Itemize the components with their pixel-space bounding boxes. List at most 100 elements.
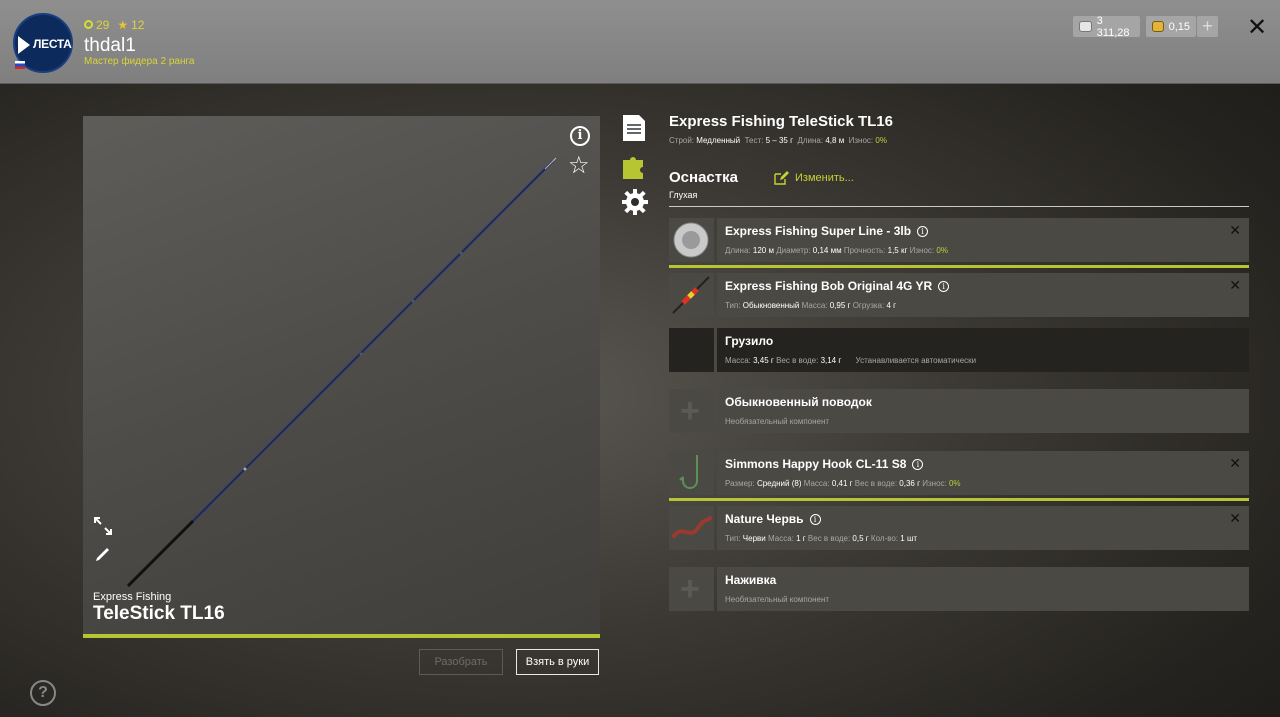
- edit-rig-link[interactable]: Изменить...: [774, 171, 854, 185]
- meta-value: 120 м: [752, 246, 774, 255]
- spec-label: Длина:: [797, 136, 824, 145]
- meta-label: Масса:: [801, 301, 828, 310]
- info-icon[interactable]: i: [938, 280, 950, 292]
- meta-value: 0,41 г: [831, 479, 853, 488]
- spec-value: Медленный: [696, 136, 741, 145]
- meta-value: 3,45 г: [753, 356, 774, 365]
- preview-accent-bar: [83, 634, 600, 638]
- player-stats: 29 ★ 12: [84, 18, 144, 32]
- rig-item-float[interactable]: Express Fishing Bob Original 4G YR i Тип:…: [669, 273, 1249, 317]
- info-icon[interactable]: i: [912, 458, 924, 470]
- optional-note: Необязательный компонент: [725, 417, 830, 426]
- item-name: Наживка: [725, 573, 777, 587]
- item-meta: Размер: Средний (8) Масса: 0,41 г Вес в …: [725, 479, 961, 488]
- item-meta: Масса: 3,45 г Вес в воде: 3,14 г Устанав…: [725, 356, 976, 365]
- meta-label: Вес в воде:: [854, 479, 898, 488]
- top-bar: ЛЕСТА 29 ★ 12 thdal1 Мастер фидера 2 ранг…: [0, 0, 1280, 84]
- accent-separator: [669, 265, 1249, 268]
- meta-value: 4 г: [886, 301, 897, 310]
- flag-icon: [15, 61, 25, 69]
- description-icon[interactable]: [622, 114, 646, 147]
- meta-value: Черви: [742, 534, 766, 543]
- info-icon[interactable]: i: [917, 225, 929, 237]
- silver-balance[interactable]: 3 311,28: [1073, 15, 1140, 39]
- item-meta: Тип: Обыкновенный Масса: 0,95 г Огрузка:…: [725, 301, 896, 310]
- remove-icon[interactable]: ✕: [1229, 277, 1241, 294]
- hook-thumbnail: [669, 451, 714, 495]
- gear-icon[interactable]: [622, 189, 648, 220]
- meta-value: 3,14 г: [820, 356, 842, 365]
- item-meta: Тип: Черви Масса: 1 г Вес в воде: 0,5 г …: [725, 534, 917, 543]
- item-meta: Необязательный компонент: [725, 595, 829, 604]
- logo-text: ЛЕСТА: [33, 37, 72, 51]
- disassemble-button[interactable]: Разобрать: [419, 649, 503, 675]
- meta-value: 1,5 кг: [887, 246, 908, 255]
- meta-value: 1 шт: [900, 534, 918, 543]
- meta-label: Размер:: [725, 479, 755, 488]
- spec-label: Износ:: [848, 136, 874, 145]
- favorite-star-icon[interactable]: ☆: [568, 151, 590, 180]
- gold-coin-icon: [1152, 21, 1164, 32]
- meta-value: 0,95 г: [829, 301, 851, 310]
- item-meta: Длина: 120 м Диаметр: 0,14 мм Прочность:…: [725, 246, 948, 255]
- logo-arrow-icon: [18, 36, 30, 54]
- spec-label: Тест:: [744, 136, 764, 145]
- sinker-thumbnail: [669, 328, 714, 372]
- meta-label: Кол-во:: [870, 534, 899, 543]
- worm-thumbnail: [669, 506, 714, 550]
- gold-value: 0,15: [1168, 20, 1190, 33]
- remove-icon[interactable]: ✕: [1229, 510, 1241, 527]
- item-meta: Необязательный компонент: [725, 417, 829, 426]
- username: thdal1: [84, 35, 136, 56]
- star-rank-icon: ★: [117, 18, 129, 32]
- meta-label: Тип:: [725, 301, 741, 310]
- rig-item-bait[interactable]: Nature Червь i Тип: Черви Масса: 1 г Вес …: [669, 506, 1249, 550]
- info-icon[interactable]: i: [809, 513, 821, 525]
- item-name: Express Fishing Bob Original 4G YR: [725, 279, 933, 293]
- rig-type: Глухая: [669, 190, 698, 200]
- edit-rod-icon[interactable]: [93, 544, 113, 570]
- meta-label: Износ:: [922, 479, 947, 488]
- meta-label: Прочность:: [843, 246, 886, 255]
- meta-label: Огрузка:: [852, 301, 885, 310]
- meta-label: Диаметр:: [776, 246, 811, 255]
- rig-item-groundbait[interactable]: + Наживка Необязательный компонент: [669, 567, 1249, 611]
- rank-stat: ★ 12: [117, 18, 144, 32]
- expand-icon[interactable]: [93, 516, 113, 542]
- rig-item-leader[interactable]: + Обыкновенный поводок Необязательный ко…: [669, 389, 1249, 433]
- help-icon[interactable]: ?: [30, 680, 56, 706]
- meta-label: Длина:: [725, 246, 751, 255]
- float-thumbnail: [669, 273, 714, 317]
- meta-label: Тип:: [725, 534, 741, 543]
- rod-title: Express Fishing TeleStick TL16: [669, 113, 893, 130]
- item-name: Nature Червь: [725, 512, 804, 526]
- spec-value: 5 – 35 г: [765, 136, 793, 145]
- rod-preview[interactable]: [83, 116, 600, 634]
- rig-item-line[interactable]: Express Fishing Super Line - 3lb i Длина:…: [669, 218, 1249, 262]
- edit-icon: [774, 171, 789, 185]
- rig-item-hook[interactable]: Simmons Happy Hook CL-11 S8 i Размер: Сре…: [669, 451, 1249, 495]
- info-icon[interactable]: i: [570, 126, 590, 146]
- meta-label: Масса:: [803, 479, 830, 488]
- divider: [669, 206, 1249, 207]
- ring-icon: [84, 20, 93, 29]
- add-leader-slot[interactable]: +: [669, 389, 714, 433]
- remove-icon[interactable]: ✕: [1229, 455, 1241, 472]
- puzzle-icon[interactable]: [622, 152, 648, 185]
- plus-icon: +: [680, 392, 700, 430]
- meta-label: Износ:: [909, 246, 935, 255]
- meta-value: 0,5 г: [852, 534, 869, 543]
- take-in-hands-button[interactable]: Взять в руки: [516, 649, 599, 675]
- spec-value: 4,8 м: [825, 136, 845, 145]
- add-currency-button[interactable]: +: [1197, 16, 1218, 37]
- line-thumbnail: [669, 218, 714, 262]
- meta-value: Средний (8): [756, 479, 802, 488]
- rig-item-sinker[interactable]: Грузило Масса: 3,45 г Вес в воде: 3,14 г…: [669, 328, 1249, 372]
- plus-icon: +: [680, 570, 700, 608]
- remove-icon[interactable]: ✕: [1229, 222, 1241, 239]
- level-value: 29: [96, 18, 110, 32]
- add-bait-slot[interactable]: +: [669, 567, 714, 611]
- close-button[interactable]: ✕: [1247, 13, 1267, 42]
- gold-balance[interactable]: 0,15: [1146, 16, 1196, 37]
- auto-install-note: Устанавливается автоматически: [855, 356, 977, 365]
